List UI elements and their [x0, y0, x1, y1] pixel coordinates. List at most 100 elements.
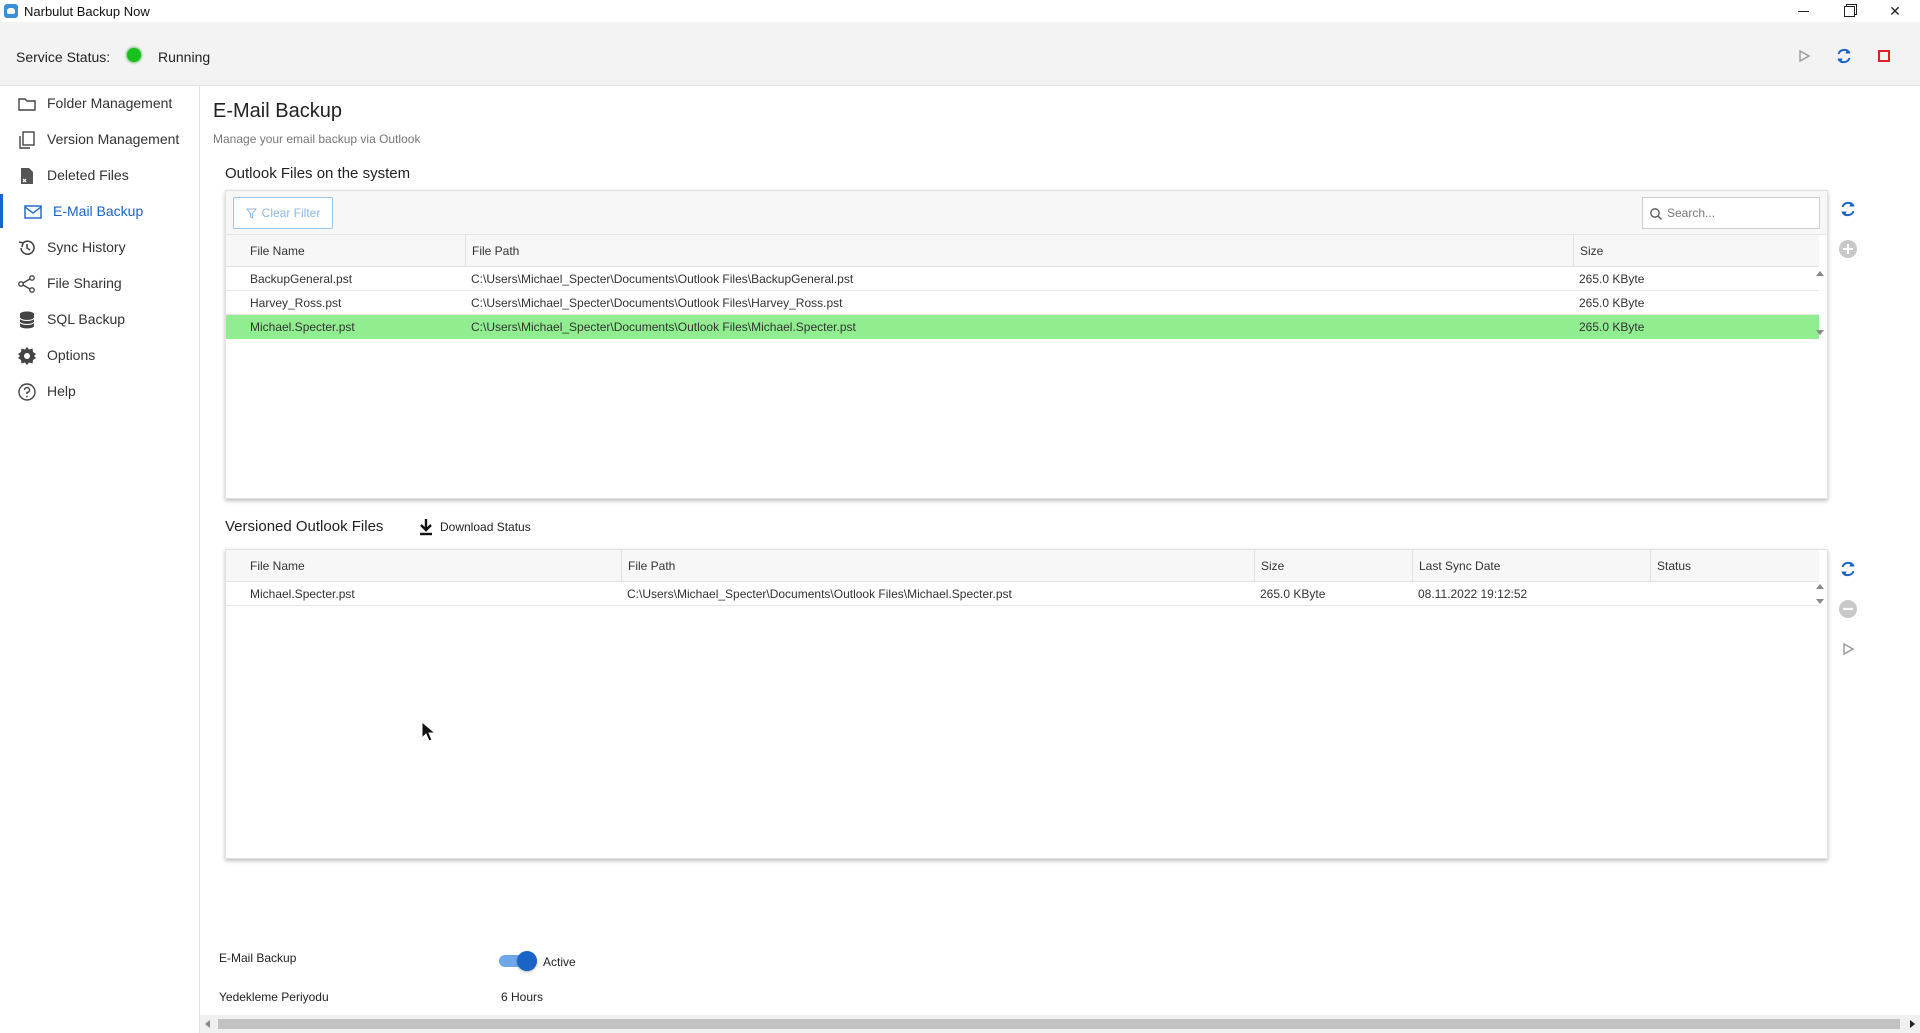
- sidebar-item-label: Sync History: [47, 239, 126, 255]
- window-title: Narbulut Backup Now: [24, 4, 150, 19]
- cell-last-sync-date: 08.11.2022 19:12:52: [1418, 587, 1528, 601]
- cell-file-name: Harvey_Ross.pst: [250, 296, 342, 310]
- sidebar-item-label: Deleted Files: [47, 167, 129, 183]
- cell-size: 265.0 KByte: [1579, 320, 1645, 334]
- cell-status: [1650, 582, 1810, 606]
- folder-icon: [18, 98, 36, 111]
- scroll-left-arrow-icon[interactable]: [205, 1020, 210, 1028]
- backup-period-label: Yedekleme Periyodu: [219, 990, 329, 1004]
- scroll-down-arrow-icon[interactable]: [1816, 599, 1824, 604]
- sidebar-item-folder-management[interactable]: Folder Management: [0, 86, 199, 120]
- page-subtitle: Manage your email backup via Outlook: [213, 132, 421, 146]
- cell-size: 265.0 KByte: [1579, 296, 1645, 310]
- sidebar: Folder Management Version Management Del…: [0, 86, 200, 1033]
- download-status-label: Download Status: [440, 520, 531, 534]
- column-header-file-path[interactable]: File Path: [621, 550, 1254, 582]
- service-status-bar: Service Status: Running: [0, 22, 1920, 86]
- sidebar-item-label: File Sharing: [47, 275, 122, 291]
- sidebar-item-deleted-files[interactable]: Deleted Files: [0, 158, 199, 192]
- versioned-files-panel: File Name File Path Size Last Sync Date …: [225, 549, 1828, 859]
- table-row[interactable]: Michael.Specter.pst C:\Users\Michael_Spe…: [226, 582, 1819, 606]
- close-icon[interactable]: ✕: [1872, 0, 1918, 22]
- sidebar-item-label: SQL Backup: [47, 311, 126, 327]
- refresh-icon[interactable]: [1836, 557, 1860, 581]
- cell-size: 265.0 KByte: [1260, 587, 1326, 601]
- cell-file-name: Michael.Specter.pst: [250, 587, 355, 601]
- download-icon: [420, 519, 432, 536]
- database-icon: [19, 311, 35, 329]
- email-backup-state: Active: [543, 955, 576, 969]
- versioned-grid-header: File Name File Path Size Last Sync Date …: [226, 550, 1819, 582]
- gear-icon: [18, 347, 36, 365]
- stop-icon[interactable]: [1870, 42, 1898, 70]
- scroll-up-arrow-icon[interactable]: [1816, 584, 1824, 589]
- outlook-files-panel: Clear Filter File Name File Path Size Ba…: [225, 190, 1828, 499]
- service-status-label: Service Status:: [16, 49, 111, 65]
- mail-icon: [24, 205, 42, 219]
- cell-file-name: BackupGeneral.pst: [250, 272, 353, 286]
- vertical-scrollbar[interactable]: [1812, 267, 1828, 339]
- history-icon: [18, 240, 35, 255]
- table-row-selected[interactable]: Michael.Specter.pst C:\Users\Michael_Spe…: [226, 315, 1819, 339]
- column-header-size[interactable]: Size: [1573, 235, 1819, 267]
- play-icon[interactable]: [1790, 42, 1818, 70]
- remove-circle-icon[interactable]: [1836, 597, 1860, 621]
- status-indicator-icon: [127, 48, 141, 62]
- column-header-file-name[interactable]: File Name: [226, 235, 465, 267]
- filter-icon: [245, 208, 257, 219]
- versions-icon: [19, 131, 35, 149]
- sidebar-item-help[interactable]: Help: [0, 374, 199, 408]
- scroll-right-arrow-icon[interactable]: [1910, 1020, 1915, 1028]
- cell-file-path: C:\Users\Michael_Specter\Documents\Outlo…: [627, 587, 1012, 601]
- sidebar-item-version-management[interactable]: Version Management: [0, 122, 199, 156]
- grid-toolbar: Clear Filter: [226, 191, 1827, 235]
- column-header-size[interactable]: Size: [1254, 550, 1412, 582]
- table-row[interactable]: BackupGeneral.pst C:\Users\Michael_Spect…: [226, 267, 1819, 291]
- scroll-down-arrow-icon[interactable]: [1816, 330, 1824, 335]
- cell-file-name: Michael.Specter.pst: [250, 320, 355, 334]
- sidebar-item-sync-history[interactable]: Sync History: [0, 230, 199, 264]
- outlook-files-title: Outlook Files on the system: [225, 165, 411, 182]
- cell-size: 265.0 KByte: [1579, 272, 1645, 286]
- cloud-app-icon: [4, 4, 18, 18]
- search-box[interactable]: [1642, 197, 1820, 229]
- column-header-status[interactable]: Status: [1650, 550, 1819, 582]
- sidebar-item-sql-backup[interactable]: SQL Backup: [0, 302, 199, 336]
- refresh-icon[interactable]: [1830, 42, 1858, 70]
- sidebar-item-email-backup[interactable]: E-Mail Backup: [0, 194, 199, 228]
- add-circle-icon[interactable]: [1836, 237, 1860, 261]
- scrollbar-thumb[interactable]: [218, 1019, 1900, 1029]
- cell-file-path: C:\Users\Michael_Specter\Documents\Outlo…: [471, 320, 856, 334]
- play-icon[interactable]: [1836, 637, 1860, 661]
- toggle-knob: [517, 951, 537, 971]
- column-header-file-path[interactable]: File Path: [465, 235, 1592, 267]
- minimize-icon[interactable]: [1780, 0, 1826, 22]
- clear-filter-button[interactable]: Clear Filter: [233, 197, 333, 229]
- share-icon: [18, 275, 35, 293]
- title-bar: Narbulut Backup Now ✕: [0, 0, 1920, 22]
- column-header-file-name[interactable]: File Name: [226, 550, 621, 582]
- scroll-up-arrow-icon[interactable]: [1816, 271, 1824, 276]
- email-backup-toggle[interactable]: [499, 951, 537, 971]
- table-row[interactable]: Harvey_Ross.pst C:\Users\Michael_Specter…: [226, 291, 1819, 315]
- refresh-icon[interactable]: [1836, 197, 1860, 221]
- column-header-last-sync-date[interactable]: Last Sync Date: [1412, 550, 1650, 582]
- sidebar-item-file-sharing[interactable]: File Sharing: [0, 266, 199, 300]
- cell-file-path: C:\Users\Michael_Specter\Documents\Outlo…: [471, 272, 854, 286]
- sidebar-item-label: Folder Management: [47, 95, 173, 111]
- restore-icon[interactable]: [1826, 0, 1872, 22]
- backup-period-value[interactable]: 6 Hours: [501, 990, 543, 1004]
- horizontal-scrollbar[interactable]: [200, 1015, 1920, 1033]
- help-icon: [18, 383, 36, 401]
- vertical-scrollbar[interactable]: [1812, 582, 1828, 606]
- search-input[interactable]: [1667, 204, 1812, 222]
- sidebar-item-label: Options: [47, 347, 96, 363]
- sidebar-item-options[interactable]: Options: [0, 338, 199, 372]
- cell-file-path: C:\Users\Michael_Specter\Documents\Outlo…: [471, 296, 843, 310]
- deleted-file-icon: [21, 168, 33, 184]
- sidebar-item-label: Version Management: [47, 131, 180, 147]
- service-status-value: Running: [158, 49, 211, 65]
- email-backup-setting-label: E-Mail Backup: [219, 951, 297, 965]
- download-status-button[interactable]: Download Status: [418, 518, 531, 536]
- outlook-grid-header: File Name File Path Size: [226, 235, 1819, 267]
